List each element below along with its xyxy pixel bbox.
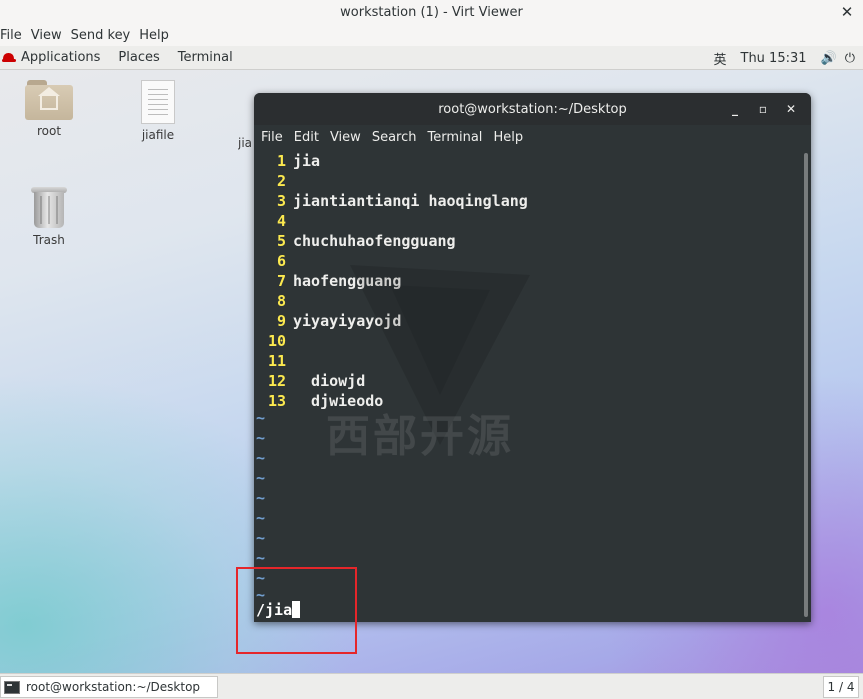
line-number: 8 — [276, 292, 286, 310]
input-method-indicator[interactable]: 英 — [713, 49, 726, 68]
line-text — [286, 252, 293, 270]
line-text: chuchuhaofengguang — [293, 232, 456, 250]
viewer-menubar: File View Send key Help — [0, 24, 863, 46]
text-file-icon — [141, 80, 175, 124]
places-menu[interactable]: Places — [118, 50, 159, 65]
desktop-icon-trash[interactable]: Trash — [14, 185, 84, 247]
editor-line: 4 — [254, 211, 293, 231]
viewer-menu-file[interactable]: File — [0, 28, 27, 43]
applications-menu[interactable]: Applications — [0, 50, 100, 65]
editor-line: 2 — [254, 171, 293, 191]
editor-line: 1 jia — [254, 151, 320, 171]
editor-line: 5 chuchuhaofengguang — [254, 231, 456, 251]
window-controls: _ ▫ ✕ — [721, 93, 805, 125]
line-text: diowjd — [293, 372, 366, 390]
empty-line-tilde: ~ — [256, 529, 266, 547]
line-number: 5 — [276, 232, 286, 250]
terminal-title: root@workstation:~/Desktop — [438, 101, 627, 117]
viewer-title-bar: workstation (1) - Virt Viewer ✕ — [0, 0, 863, 24]
empty-line-tilde: ~ — [256, 449, 266, 467]
applications-label: Applications — [21, 50, 101, 65]
line-number: 9 — [276, 312, 286, 330]
workspace-pager[interactable]: 1 / 4 — [823, 676, 859, 698]
line-text: jia — [293, 152, 321, 170]
terminal-app-menu[interactable]: Terminal — [178, 50, 233, 65]
terminal-menu-search[interactable]: Search — [372, 130, 417, 145]
volume-icon[interactable]: 🔊 — [821, 51, 837, 66]
terminal-content[interactable]: 1 jia 2 3 jiantiantianqi haoqinglang 4 5 ch… — [254, 149, 802, 622]
power-icon[interactable]: ⏻ — [845, 51, 855, 66]
line-text: yiyayiyayojd — [293, 312, 402, 330]
line-text — [286, 212, 293, 230]
editor-line: 11 — [254, 351, 293, 371]
trash-icon — [30, 185, 68, 229]
watermark-text: 西部开源 — [326, 411, 514, 462]
empty-line-tilde: ~ — [256, 509, 266, 527]
desktop-icon-root[interactable]: root — [14, 80, 84, 138]
terminal-window: root@workstation:~/Desktop _ ▫ ✕ File Ed… — [254, 93, 811, 622]
terminal-menu-file[interactable]: File — [261, 130, 283, 145]
editor-line: 9 yiyayiyayojd — [254, 311, 401, 331]
status-area: 英 Thu 15:31 🔊 ⏻ — [713, 46, 863, 70]
line-number: 4 — [276, 212, 286, 230]
clock[interactable]: Thu 15:31 — [741, 51, 807, 66]
redhat-logo-icon — [2, 52, 16, 63]
viewer-menu-send-key[interactable]: Send key — [71, 28, 136, 43]
line-text — [286, 172, 293, 190]
viewer-title: workstation (1) - Virt Viewer — [340, 4, 523, 20]
editor-line: 7 haofengguang — [254, 271, 401, 291]
terminal-scrollbar[interactable] — [804, 153, 808, 617]
bottom-taskbar: root@workstation:~/Desktop 1 / 4 — [0, 673, 863, 699]
empty-line-tilde: ~ — [256, 469, 266, 487]
line-text: jiantiantianqi haoqinglang — [293, 192, 528, 210]
gnome-top-bar: Applications Places Terminal 英 Thu 15:31… — [0, 46, 863, 70]
terminal-menu-view[interactable]: View — [330, 130, 361, 145]
empty-line-tilde: ~ — [256, 549, 266, 567]
empty-line-tilde: ~ — [256, 429, 266, 447]
terminal-menu-edit[interactable]: Edit — [294, 130, 319, 145]
editor-line: 12 diowjd — [254, 371, 365, 391]
viewer-close-button[interactable]: ✕ — [837, 0, 857, 24]
line-number: 12 — [267, 372, 286, 390]
taskbar-item-label: root@workstation:~/Desktop — [26, 680, 201, 694]
minimize-button[interactable]: _ — [721, 102, 749, 116]
line-number: 7 — [276, 272, 286, 290]
desktop-icon-label: root — [36, 124, 62, 138]
empty-line-tilde: ~ — [256, 489, 266, 507]
viewer-menu-help[interactable]: Help — [139, 28, 174, 43]
line-text — [286, 332, 293, 350]
empty-line-tilde: ~ — [256, 409, 266, 427]
line-number: 11 — [267, 352, 286, 370]
desktop-icon-jiafile[interactable]: jiafile — [123, 80, 193, 142]
maximize-button[interactable]: ▫ — [749, 102, 777, 116]
line-number: 1 — [276, 152, 286, 170]
taskbar-item-terminal[interactable]: root@workstation:~/Desktop — [0, 676, 218, 698]
line-number: 10 — [267, 332, 286, 350]
editor-line: 6 — [254, 251, 293, 271]
editor-line: 8 — [254, 291, 293, 311]
highlight-annotation-box — [236, 567, 357, 654]
line-text: haofengguang — [293, 272, 402, 290]
terminal-icon — [4, 680, 20, 694]
desktop-icon-label: Trash — [33, 233, 65, 247]
terminal-menubar: File Edit View Search Terminal Help — [254, 125, 811, 149]
terminal-title-bar[interactable]: root@workstation:~/Desktop _ ▫ ✕ — [254, 93, 811, 125]
viewer-menu-view[interactable]: View — [31, 28, 67, 43]
desktop-icon-label: jiafile — [141, 128, 175, 142]
home-folder-icon — [25, 80, 73, 120]
editor-line: 10 — [254, 331, 293, 351]
line-number: 3 — [276, 192, 286, 210]
terminal-menu-help[interactable]: Help — [493, 130, 523, 145]
terminal-menu-terminal[interactable]: Terminal — [427, 130, 482, 145]
editor-line: 3 jiantiantianqi haoqinglang — [254, 191, 528, 211]
close-button[interactable]: ✕ — [777, 102, 805, 116]
line-number: 2 — [276, 172, 286, 190]
line-number: 6 — [276, 252, 286, 270]
desktop-icon-partial-label[interactable]: jia — [238, 136, 254, 150]
line-text — [286, 352, 293, 370]
line-text — [286, 292, 293, 310]
